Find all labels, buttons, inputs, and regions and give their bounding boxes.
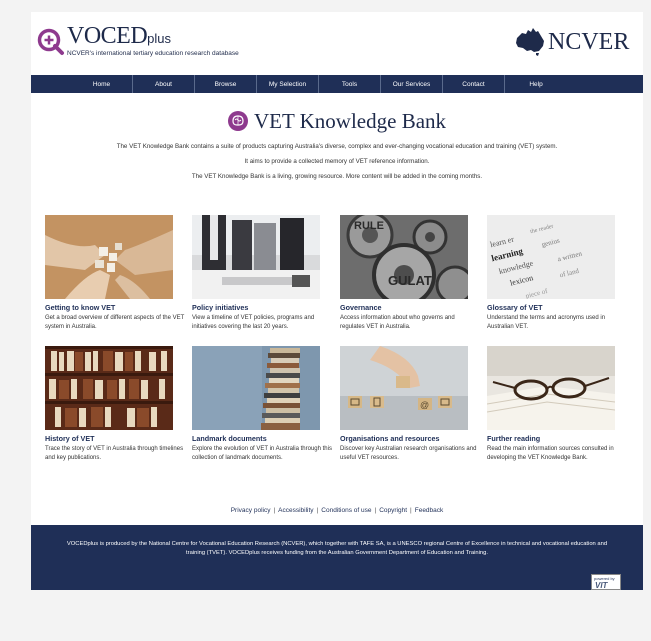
card-title[interactable]: Landmark documents xyxy=(192,434,332,443)
nav-contact[interactable]: Contact xyxy=(443,75,505,93)
page-title: VET Knowledge Bank xyxy=(31,110,643,132)
footer-text: VOCEDplus is produced by the National Ce… xyxy=(41,540,633,558)
svg-text:GULAT: GULAT xyxy=(388,273,432,288)
card-governance[interactable]: RULE GULAT Governance Access information… xyxy=(340,215,480,331)
card-image-meeting[interactable] xyxy=(192,215,320,299)
voced-logo-icon[interactable] xyxy=(37,28,65,56)
nav-tools[interactable]: Tools xyxy=(319,75,381,93)
powered-by-brand: VIT xyxy=(595,581,608,590)
card-description: Get a broad overview of different aspect… xyxy=(45,315,185,330)
australia-map-icon xyxy=(516,28,544,56)
ncver-logo[interactable]: NCVER xyxy=(514,26,639,60)
card-description: Trace the story of VET in Australia thro… xyxy=(45,446,184,461)
card-image-archive-shelves[interactable] xyxy=(45,346,173,430)
card-image-book-stack[interactable] xyxy=(192,346,320,430)
card-history-of-vet[interactable]: History of VET Trace the story of VET in… xyxy=(45,346,185,462)
svg-text:RULE: RULE xyxy=(354,220,384,232)
card-landmark-documents[interactable]: Landmark documents Explore the evolution… xyxy=(192,346,332,462)
card-title[interactable]: Glossary of VET xyxy=(487,303,627,312)
card-image-resource-blocks[interactable]: @ xyxy=(340,346,468,430)
card-description: Explore the evolution of VET in Australi… xyxy=(192,446,332,461)
card-title[interactable]: History of VET xyxy=(45,434,185,443)
footer-links: Privacy policy | Accessibility | Conditions … xyxy=(31,507,643,514)
nav-about[interactable]: About xyxy=(133,75,195,93)
card-glossary-of-vet[interactable]: learn er the reader learning genius know… xyxy=(487,215,627,331)
page: VOCEDplus NCVER's international tertiary… xyxy=(31,12,643,590)
intro-line-3: The VET Knowledge Bank is a living, grow… xyxy=(191,173,483,180)
card-image-gears[interactable]: RULE GULAT xyxy=(340,215,468,299)
card-further-reading[interactable]: Further reading Read the main informatio… xyxy=(487,346,627,462)
nav-our-services[interactable]: Our Services xyxy=(381,75,443,93)
link-separator: | xyxy=(374,507,377,514)
card-title[interactable]: Further reading xyxy=(487,434,627,443)
card-description: Understand the terms and acronyms used i… xyxy=(487,315,606,330)
card-title[interactable]: Governance xyxy=(340,303,480,312)
card-description: View a timeline of VET policies, program… xyxy=(192,315,315,330)
card-description: Read the main information sources consul… xyxy=(487,446,614,461)
site-header: VOCEDplus NCVER's international tertiary… xyxy=(31,12,643,74)
link-feedback[interactable]: Feedback xyxy=(415,507,444,514)
intro-line-2: It aims to provide a collected memory of… xyxy=(244,158,430,165)
card-image-dictionary[interactable]: learn er the reader learning genius know… xyxy=(487,215,615,299)
nav-my-selection[interactable]: My Selection xyxy=(257,75,319,93)
link-accessibility[interactable]: Accessibility xyxy=(278,507,313,514)
card-image-glasses-book[interactable] xyxy=(487,346,615,430)
link-copyright[interactable]: Copyright xyxy=(379,507,407,514)
card-description: Discover key Australian research organis… xyxy=(340,446,477,461)
link-privacy-policy[interactable]: Privacy policy xyxy=(231,507,271,514)
nav-help[interactable]: Help xyxy=(505,75,567,93)
footer-line-1: VOCEDplus is produced by the National Ce… xyxy=(66,541,608,547)
nav-home[interactable]: Home xyxy=(71,75,133,93)
nav-browse[interactable]: Browse xyxy=(195,75,257,93)
brain-icon xyxy=(227,111,248,131)
card-title[interactable]: Organisations and resources xyxy=(340,434,480,443)
card-image-teamwork[interactable] xyxy=(45,215,173,299)
card-title[interactable]: Policy initiatives xyxy=(192,303,332,312)
ncver-wordmark: NCVER xyxy=(548,29,630,55)
powered-by-badge[interactable]: powered by VIT xyxy=(591,574,621,590)
card-organisations-and-resources[interactable]: @ Organisations and resources Discover k… xyxy=(340,346,480,462)
site-tagline: NCVER's international tertiary education… xyxy=(67,50,239,57)
svg-text:@: @ xyxy=(420,400,429,410)
logo-main: VOCED xyxy=(67,23,148,49)
link-separator: | xyxy=(410,507,412,514)
card-title[interactable]: Getting to know VET xyxy=(45,303,185,312)
site-logo[interactable]: VOCEDplus xyxy=(67,23,171,52)
footer-line-2: training (TVET). VOCEDplus receives fund… xyxy=(186,550,488,556)
logo-suffix: plus xyxy=(147,31,172,46)
link-conditions-of-use[interactable]: Conditions of use xyxy=(321,507,371,514)
card-getting-to-know-vet[interactable]: Getting to know VET Get a broad overview… xyxy=(45,215,185,331)
page-title-text: VET Knowledge Bank xyxy=(253,109,447,133)
link-separator: | xyxy=(316,507,319,514)
link-separator: | xyxy=(273,507,276,514)
intro-line-1: The VET Knowledge Bank contains a suite … xyxy=(116,143,558,150)
main-nav: Home About Browse My Selection Tools Our… xyxy=(31,75,643,93)
card-policy-initiatives[interactable]: Policy initiatives View a timeline of VE… xyxy=(192,215,332,331)
site-footer: VOCEDplus is produced by the National Ce… xyxy=(31,525,643,590)
card-description: Access information about who governs and… xyxy=(340,315,455,330)
